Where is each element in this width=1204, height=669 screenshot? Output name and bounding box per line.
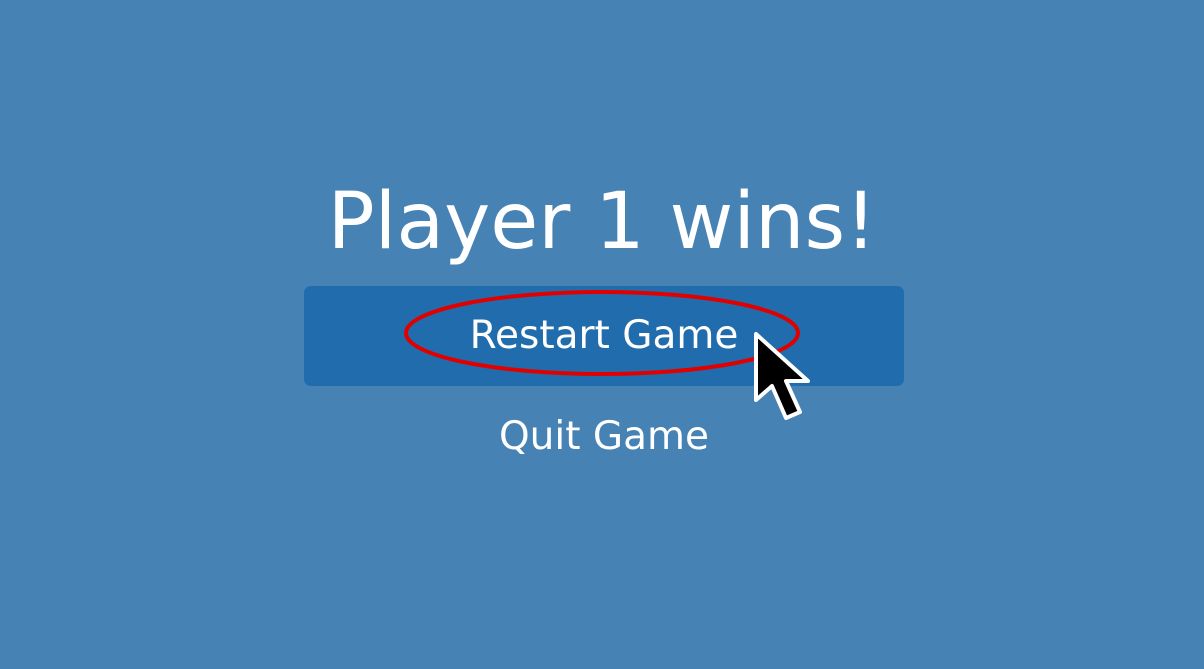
game-over-screen: Player 1 wins! Restart Game Quit Game	[0, 0, 1204, 669]
quit-game-button[interactable]: Quit Game	[304, 387, 904, 487]
restart-game-button[interactable]: Restart Game	[304, 286, 904, 386]
quit-game-label: Quit Game	[498, 414, 710, 459]
restart-game-label: Restart Game	[469, 313, 739, 358]
result-title: Player 1 wins!	[327, 177, 877, 267]
